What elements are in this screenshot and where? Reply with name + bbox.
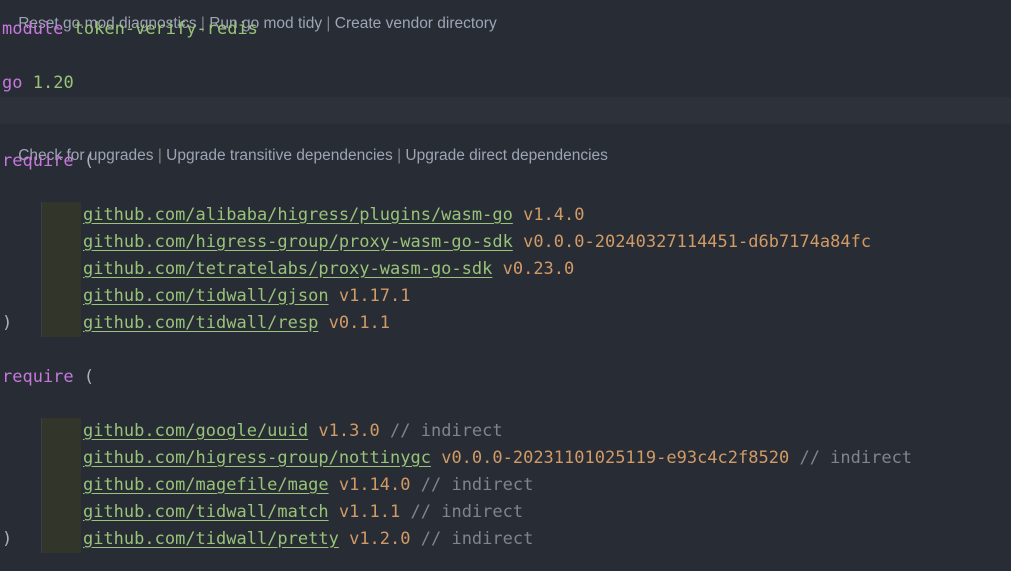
code-line-require-close[interactable]: ) xyxy=(0,310,1011,337)
dependency-line[interactable]: github.com/google/uuid v1.3.0 // indirec… xyxy=(0,391,1011,445)
codelens-bar-module: Reset go.mod diagnostics | Run go mod ti… xyxy=(1,0,496,32)
close-paren: ) xyxy=(2,529,13,549)
open-paren: ( xyxy=(83,367,95,387)
code-line-require-close[interactable]: ) xyxy=(0,526,1011,553)
dependency-line[interactable]: github.com/higress-group/proxy-wasm-go-s… xyxy=(0,202,1011,256)
dependency-line[interactable]: github.com/magefile/mage v1.14.0 // indi… xyxy=(0,445,1011,499)
module-keyword: module xyxy=(2,19,64,39)
code-line-require-open[interactable]: require ( xyxy=(0,148,1011,175)
codelens-bar-require: Check for upgrades | Upgrade transitive … xyxy=(1,126,608,164)
go-mod-editor[interactable]: Reset go.mod diagnostics | Run go mod ti… xyxy=(0,0,1011,571)
current-line-highlight[interactable] xyxy=(0,97,1011,124)
require-keyword: require xyxy=(2,367,74,387)
code-line-require-open[interactable]: require ( xyxy=(0,364,1011,391)
go-version: 1.20 xyxy=(32,73,74,93)
go-keyword: go xyxy=(2,73,23,93)
code-line-module[interactable]: module token-verify-redis xyxy=(0,16,1011,43)
code-line-go-version[interactable]: go 1.20 xyxy=(0,70,1011,97)
dependency-line[interactable]: github.com/tidwall/match v1.1.1 // indir… xyxy=(0,472,1011,526)
dependency-line[interactable]: github.com/higress-group/nottinygc v0.0.… xyxy=(0,418,1011,472)
module-name: token-verify-redis xyxy=(73,19,258,39)
dependency-line[interactable]: github.com/alibaba/higress/plugins/wasm-… xyxy=(0,175,1011,229)
dependency-line[interactable]: github.com/tetratelabs/proxy-wasm-go-sdk… xyxy=(0,229,1011,283)
dependency-line[interactable]: github.com/tidwall/resp v0.1.1 xyxy=(0,283,1011,337)
open-paren: ( xyxy=(83,151,95,171)
require-keyword: require xyxy=(2,151,74,171)
close-paren: ) xyxy=(2,313,13,333)
dependency-line[interactable]: github.com/tidwall/pretty v1.2.0 // indi… xyxy=(0,499,1011,553)
dependency-line[interactable]: github.com/tidwall/gjson v1.17.1 xyxy=(0,256,1011,310)
